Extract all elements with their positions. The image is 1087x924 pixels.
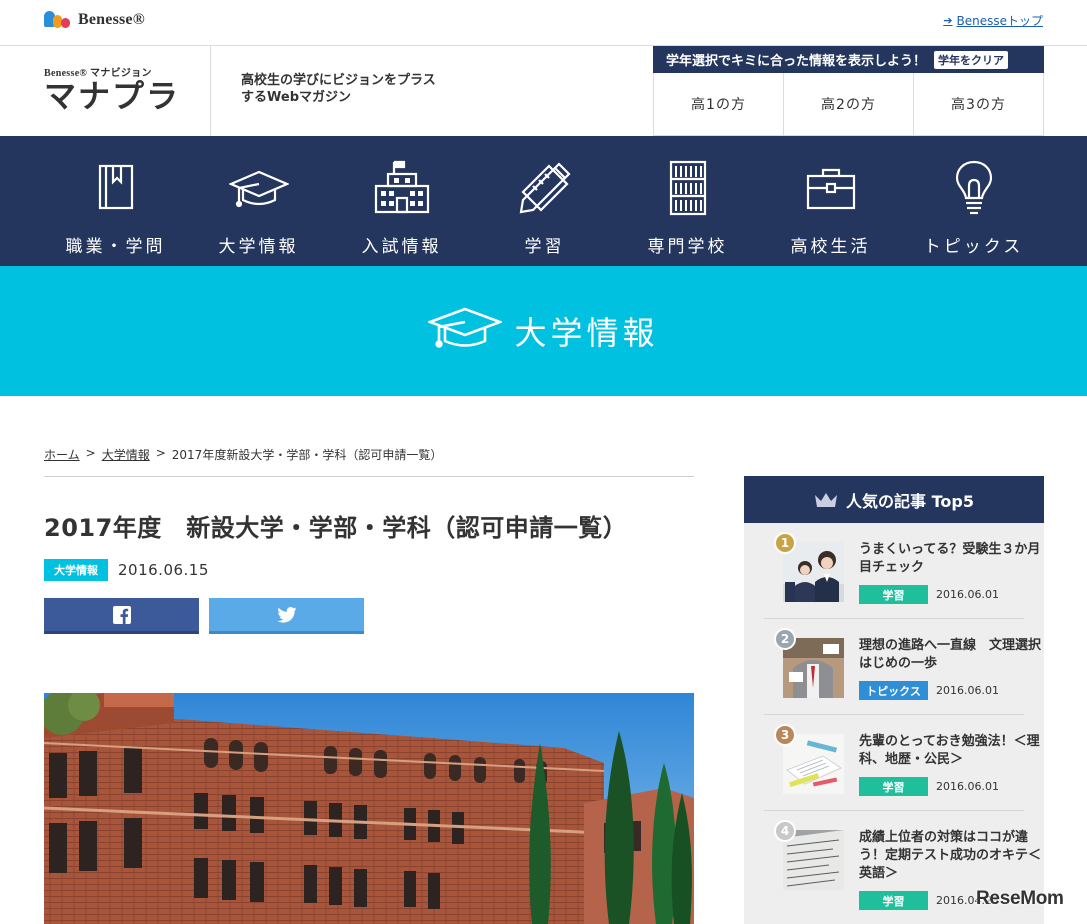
- ranking-item-meta: 学習 2016.06.01: [859, 777, 999, 796]
- book-icon: [86, 158, 146, 218]
- site-tagline: 高校生の学びにビジョンをプラスするWebマガジン: [241, 73, 436, 105]
- nav-item-career[interactable]: 職業・学問: [44, 136, 187, 266]
- grade-prompt: 学年選択でキミに合った情報を表示しよう！: [666, 54, 927, 69]
- nav-label-career: 職業・学問: [65, 237, 166, 257]
- ranking-item-tag[interactable]: トピックス: [859, 681, 928, 700]
- category-banner: 大学情報: [0, 266, 1087, 396]
- pencil-ruler-icon: [515, 158, 575, 218]
- rank-badge: 1: [774, 532, 796, 554]
- nav-item-university[interactable]: 大学情報: [187, 136, 330, 266]
- nav-item-vocational[interactable]: 専門学校: [616, 136, 759, 266]
- category-nav: 職業・学問 大学情報 入試情報 学習 専門学校 高校生活 トピックス: [0, 136, 1087, 266]
- rank-badge: 4: [774, 820, 796, 842]
- ranking-item-title[interactable]: 先輩のとっておき勉強法！＜理科、地歴・公民＞: [859, 733, 1044, 769]
- nav-label-topics: トピックス: [923, 237, 1024, 257]
- benesse-brand: Benesse®: [78, 11, 145, 28]
- nav-label-university: 大学情報: [218, 237, 299, 257]
- nav-label-vocational: 専門学校: [647, 237, 728, 257]
- nav-label-exam: 入試情報: [361, 237, 442, 257]
- header-divider: [210, 46, 211, 136]
- ranking-item-date: 2016.06.01: [936, 780, 999, 793]
- ranking-item-meta: トピックス 2016.06.01: [859, 681, 999, 700]
- ranking-item-meta: 学習 2016.06.01: [859, 585, 999, 604]
- benesse-logo[interactable]: Benesse®: [44, 9, 145, 31]
- article-meta: 大学情報 2016.06.15: [44, 559, 209, 581]
- ranking-item[interactable]: 2 理想の進路へ一直線 文理選択はじめの一歩 トピックス 2016.06.01: [764, 619, 1041, 715]
- grade-1-button[interactable]: 高1の方: [654, 73, 784, 136]
- nav-item-topics[interactable]: トピックス: [902, 136, 1045, 266]
- mortarboard-icon: [426, 304, 505, 358]
- ranking-list: 1 うまくいってる？受験生３か月目チェック 学習 2016.06.01 2 理想…: [744, 523, 1044, 924]
- nav-label-school-life: 高校生活: [790, 237, 871, 257]
- ranking-item-title[interactable]: 成績上位者の対策はココが違う！定期テスト成功のオキテ＜英語＞: [859, 829, 1044, 883]
- breadcrumb-current: 2017年度新設大学・学部・学科（認可申請一覧）: [171, 448, 443, 462]
- rank-badge: 3: [774, 724, 796, 746]
- benesse-topbar: Benesse® ➔ Benesseトップ: [0, 0, 1087, 46]
- ranking-title: 人気の記事 Top5: [846, 491, 974, 511]
- ranking-item-title[interactable]: 理想の進路へ一直線 文理選択はじめの一歩: [859, 637, 1044, 673]
- ranking-item-date: 2016.06.01: [936, 588, 999, 601]
- site-logo[interactable]: Benesse® マナビジョン マナプラ: [44, 64, 180, 113]
- banner-title: 大学情報: [514, 314, 659, 352]
- twitter-share-button[interactable]: [209, 598, 364, 634]
- nav-label-study: 学習: [524, 237, 565, 257]
- ranking-item-tag[interactable]: 学習: [859, 777, 928, 796]
- popular-articles-ranking: 人気の記事 Top5 1 うまくいってる？受験生３か月目チェック 学習 2016…: [744, 476, 1044, 924]
- article-title: 2017年度 新設大学・学部・学科（認可申請一覧）: [44, 514, 628, 542]
- grade-3-button[interactable]: 高3の方: [914, 73, 1044, 136]
- facebook-share-button[interactable]: [44, 598, 199, 634]
- ranking-item-tag[interactable]: 学習: [859, 585, 928, 604]
- twitter-icon: [276, 606, 297, 623]
- site-logo-big: マナプラ: [44, 77, 181, 115]
- ranking-item[interactable]: 1 うまくいってる？受験生３か月目チェック 学習 2016.06.01: [764, 523, 1040, 619]
- ranking-header: 人気の記事 Top5: [744, 476, 1044, 523]
- article-hero-image: [44, 693, 694, 924]
- ranking-item[interactable]: 3 先輩のとっておき勉強法！＜理科、地歴・公民＞ 学習 2016.06.01: [764, 715, 1040, 811]
- ranking-item-title[interactable]: うまくいってる？受験生３か月目チェック: [859, 541, 1044, 577]
- nav-item-study[interactable]: 学習: [473, 136, 616, 266]
- mortarboard-icon: [227, 158, 290, 218]
- article-date: 2016.06.15: [118, 561, 209, 579]
- school-building-icon: [372, 158, 432, 218]
- article-category-tag[interactable]: 大学情報: [44, 559, 108, 581]
- nav-item-exam[interactable]: 入試情報: [330, 136, 473, 266]
- resemom-watermark: ReseMom: [976, 888, 1064, 909]
- grade-button-row: 高1の方 高2の方 高3の方: [653, 73, 1044, 136]
- benesse-mark-icon: [44, 9, 72, 31]
- breadcrumb-category-link[interactable]: 大学情報: [102, 446, 150, 476]
- benesse-top-link-label: Benesseトップ: [956, 14, 1044, 28]
- ranking-item-tag[interactable]: 学習: [859, 891, 928, 910]
- breadcrumb-separator: >: [155, 446, 166, 460]
- site-header: Benesse® マナビジョン マナプラ 高校生の学びにビジョンをプラスするWe…: [0, 46, 1087, 136]
- facebook-icon: [112, 605, 131, 624]
- bookshelf-icon: [658, 158, 718, 218]
- rank-badge: 2: [774, 628, 796, 650]
- grade-clear-button[interactable]: 学年をクリア: [934, 50, 1009, 69]
- briefcase-icon: [801, 158, 861, 218]
- benesse-top-link[interactable]: ➔ Benesseトップ: [943, 12, 1043, 29]
- breadcrumb-home-link[interactable]: ホーム: [44, 446, 80, 476]
- ranking-item-date: 2016.06.01: [936, 684, 999, 697]
- grade-selector: 学年選択でキミに合った情報を表示しよう！ 学年をクリア 高1の方 高2の方 高3…: [653, 46, 1044, 136]
- grade-2-button[interactable]: 高2の方: [784, 73, 914, 136]
- crown-icon: [815, 492, 838, 507]
- grade-selector-header: 学年選択でキミに合った情報を表示しよう！ 学年をクリア: [653, 46, 1044, 73]
- arrow-right-icon: ➔: [943, 14, 953, 27]
- breadcrumb-separator: >: [85, 446, 96, 460]
- nav-item-school-life[interactable]: 高校生活: [759, 136, 902, 266]
- lightbulb-icon: [944, 158, 1004, 218]
- breadcrumb: ホーム > 大学情報 > 2017年度新設大学・学部・学科（認可申請一覧）: [44, 446, 694, 477]
